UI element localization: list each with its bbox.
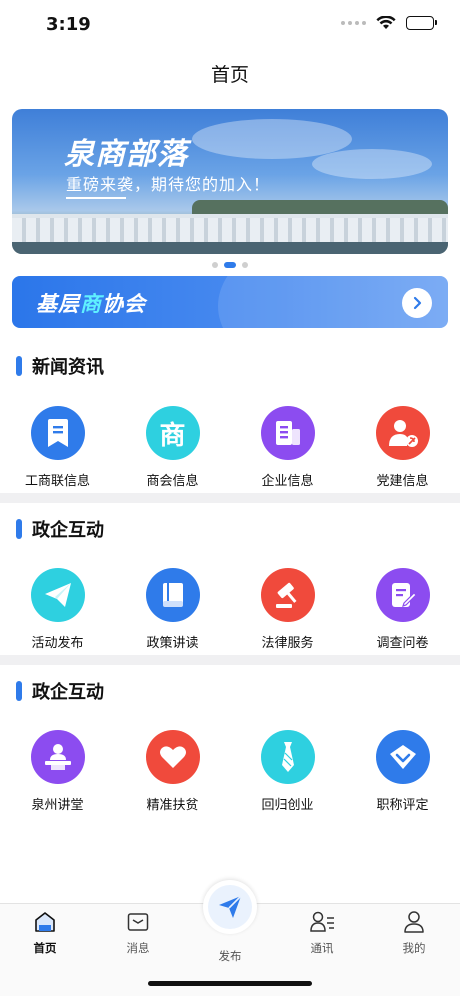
lecturer-podium-icon	[30, 730, 85, 784]
heart-icon	[145, 730, 200, 784]
grid-item-label: 回归创业	[261, 798, 314, 813]
section-title: 政企互动	[32, 682, 104, 703]
wifi-icon	[376, 16, 396, 29]
battery-icon	[406, 16, 437, 30]
grid-item-label: 调查问卷	[376, 636, 429, 651]
survey-edit-icon	[375, 568, 430, 622]
grid-item-label: 职称评定	[376, 798, 429, 813]
gov-interaction-grid: 活动发布 政策讲读 法律服务 调查问卷	[0, 568, 460, 651]
tab-label: 发布	[218, 949, 242, 963]
tab-home[interactable]: 首页	[15, 910, 75, 956]
section-title: 政企互动	[32, 520, 104, 541]
grid-item-label: 泉州讲堂	[31, 798, 84, 813]
tab-label: 首页	[33, 941, 57, 955]
cellular-signal-icon	[341, 21, 366, 25]
bookmark-doc-icon	[30, 406, 85, 460]
building-doc-icon	[260, 406, 315, 460]
association-title: 基层商协会	[36, 292, 146, 316]
status-time: 3:19	[46, 14, 91, 35]
grid-item-label: 工商联信息	[24, 474, 90, 489]
grid-item-label: 法律服务	[261, 636, 314, 651]
paper-plane-icon	[30, 568, 85, 622]
send-icon	[219, 895, 242, 918]
tab-messages[interactable]: 消息	[108, 910, 168, 956]
section-header-news: 新闻资讯	[16, 353, 104, 379]
publish-button[interactable]	[203, 880, 257, 934]
tab-label: 我的	[402, 941, 426, 955]
grid-item-quanzhou-lecture[interactable]: 泉州讲堂	[0, 730, 115, 813]
grid-item-label: 商会信息	[146, 474, 199, 489]
gov-interaction-grid-2: 泉州讲堂 精准扶贫 回归创业 职称评定	[0, 730, 460, 813]
tab-contacts[interactable]: 通讯	[292, 910, 352, 956]
news-grid: 工商联信息 商 商会信息 企业信息 党建信息	[0, 406, 460, 489]
grid-item-label: 活动发布	[31, 636, 84, 651]
chevron-right-icon[interactable]	[402, 288, 432, 318]
grid-item-poverty-alleviation[interactable]: 精准扶贫	[115, 730, 230, 813]
grid-item-legal-service[interactable]: 法律服务	[230, 568, 345, 651]
profile-icon	[404, 911, 424, 933]
banner-title: 泉商部落	[64, 137, 188, 172]
section-header-gov-interaction: 政企互动	[16, 516, 104, 542]
status-bar: 3:19	[0, 0, 460, 50]
grid-item-label: 党建信息	[376, 474, 429, 489]
section-title: 新闻资讯	[32, 357, 104, 378]
tab-label: 消息	[126, 941, 150, 955]
tab-profile[interactable]: 我的	[384, 910, 444, 956]
section-divider	[0, 493, 460, 503]
promo-banner[interactable]: 泉商部落 重磅来袭，期待您的加入！	[12, 109, 448, 254]
contacts-icon	[310, 911, 334, 932]
necktie-icon	[260, 730, 315, 784]
party-member-icon	[375, 406, 430, 460]
carousel-indicator	[0, 262, 460, 268]
book-icon	[145, 568, 200, 622]
gavel-icon	[260, 568, 315, 622]
grid-item-return-entrepreneurship[interactable]: 回归创业	[230, 730, 345, 813]
grid-item-title-evaluation[interactable]: 职称评定	[345, 730, 460, 813]
section-divider	[0, 655, 460, 665]
grid-item-policy-reading[interactable]: 政策讲读	[115, 568, 230, 651]
grid-item-label: 企业信息	[261, 474, 314, 489]
grid-item-shanghui[interactable]: 商 商会信息	[115, 406, 230, 489]
home-icon	[35, 912, 55, 932]
grid-item-label: 精准扶贫	[146, 798, 199, 813]
message-icon	[127, 913, 149, 931]
status-icons	[341, 16, 437, 30]
shang-character-icon: 商	[145, 406, 200, 460]
diamond-badge-icon	[375, 730, 430, 784]
home-indicator	[148, 981, 312, 986]
tab-publish[interactable]: 发布	[200, 942, 260, 964]
grid-item-activity-publish[interactable]: 活动发布	[0, 568, 115, 651]
grid-item-gongshanglian[interactable]: 工商联信息	[0, 406, 115, 489]
banner-subtitle: 重磅来袭，期待您的加入！	[66, 175, 271, 194]
grassroots-association-banner[interactable]: 基层商协会	[12, 276, 448, 328]
grid-item-enterprise[interactable]: 企业信息	[230, 406, 345, 489]
grid-item-party-building[interactable]: 党建信息	[345, 406, 460, 489]
section-header-gov-interaction-2: 政企互动	[16, 678, 104, 704]
grid-item-label: 政策讲读	[146, 636, 199, 651]
grid-item-survey[interactable]: 调查问卷	[345, 568, 460, 651]
page-title: 首页	[210, 64, 249, 86]
tab-label: 通讯	[310, 941, 334, 955]
